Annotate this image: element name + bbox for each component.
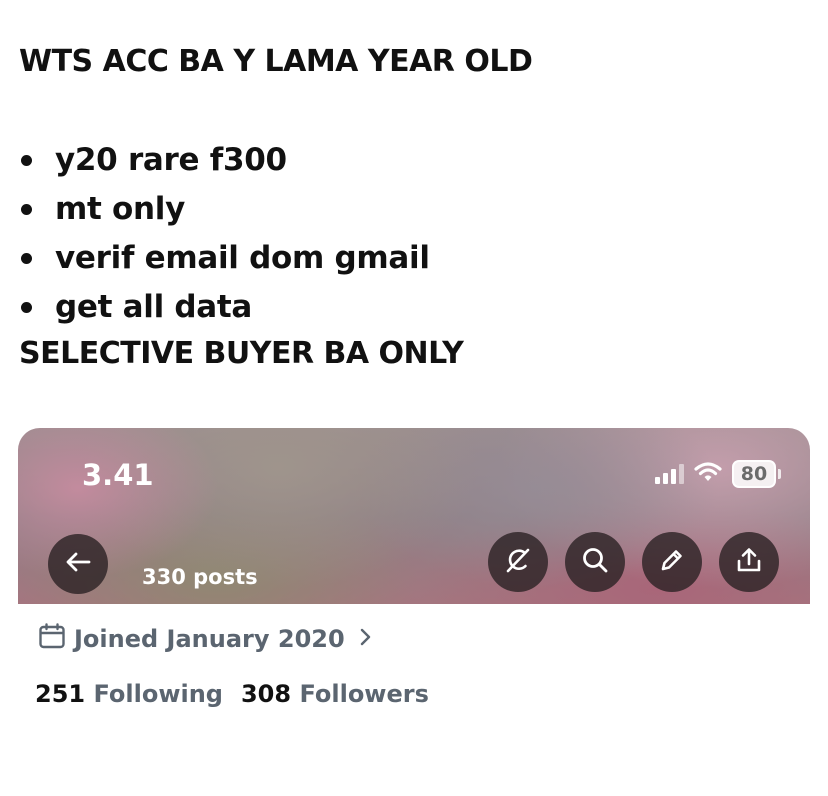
post-headline: WTS ACC BA Y LAMA YEAR OLD	[19, 44, 533, 79]
chevron-right-icon	[359, 625, 373, 653]
bullet-item: mt only	[19, 185, 809, 234]
grok-icon	[503, 545, 533, 580]
status-indicators: 80	[655, 460, 781, 488]
grok-button[interactable]	[488, 532, 548, 592]
share-icon	[735, 546, 763, 579]
post-text: WTS ACC BA Y LAMA YEAR OLD y20 rare f300…	[19, 40, 809, 376]
bullet-list: y20 rare f300 mt only verif email dom gm…	[19, 136, 809, 332]
profile-screenshot: 3.41 80 330 posts Joined January 2020 25…	[18, 428, 810, 728]
battery-icon: 80	[732, 460, 781, 488]
back-arrow-icon	[65, 551, 91, 578]
bullet-item: verif email dom gmail	[19, 234, 809, 283]
bullet-text: y20 rare f300	[55, 142, 287, 178]
posts-count: 330 posts	[142, 565, 258, 589]
wifi-icon	[694, 461, 722, 488]
calendar-icon	[38, 623, 66, 655]
bullet-dot	[21, 155, 32, 166]
back-button[interactable]	[48, 534, 108, 594]
following-label: Following	[93, 680, 223, 708]
bullet-text: get all data	[55, 289, 253, 325]
follow-stats: 251 Following 308 Followers	[35, 680, 429, 708]
edit-button[interactable]	[642, 532, 702, 592]
post-footer: SELECTIVE BUYER BA ONLY	[19, 336, 464, 371]
status-time: 3.41	[82, 458, 154, 492]
profile-banner: 3.41 80 330 posts	[18, 428, 810, 604]
bullet-dot	[21, 204, 32, 215]
search-icon	[581, 546, 609, 579]
joined-text: Joined January 2020	[74, 625, 345, 653]
bullet-text: mt only	[55, 191, 186, 227]
followers-count: 308	[240, 680, 292, 708]
bullet-item: get all data	[19, 283, 809, 332]
search-button[interactable]	[565, 532, 625, 592]
bullet-dot	[21, 302, 32, 313]
followers-link[interactable]: 308 Followers	[241, 680, 429, 708]
following-count: 251	[35, 680, 86, 708]
followers-label: Followers	[299, 680, 429, 708]
edit-pencil-icon	[658, 546, 686, 579]
following-link[interactable]: 251 Following	[35, 680, 223, 708]
share-button[interactable]	[719, 532, 779, 592]
battery-level: 80	[740, 463, 768, 485]
signal-icon	[655, 464, 684, 484]
joined-date[interactable]: Joined January 2020	[38, 623, 373, 655]
bullet-item: y20 rare f300	[19, 136, 809, 185]
bullet-text: verif email dom gmail	[55, 240, 430, 276]
bullet-dot	[21, 253, 32, 264]
